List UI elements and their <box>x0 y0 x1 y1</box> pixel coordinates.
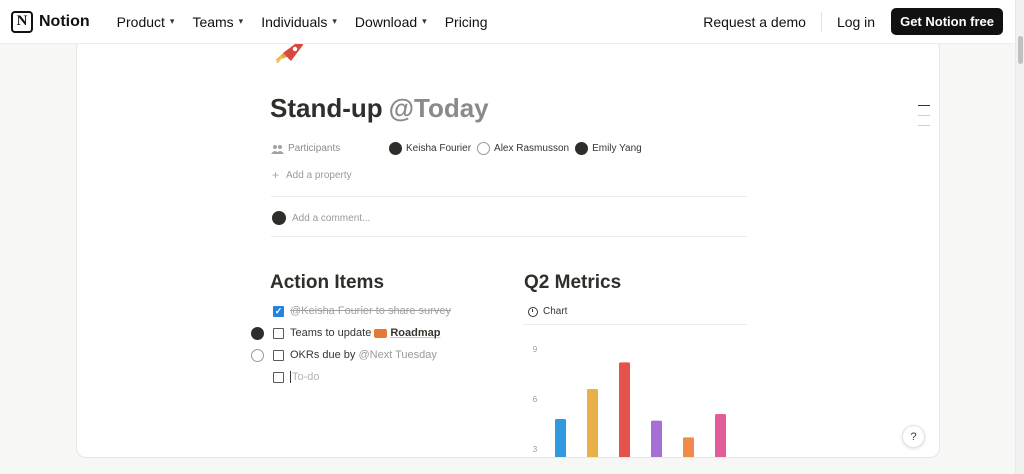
chart-bar[interactable] <box>587 389 598 458</box>
avatar <box>575 142 589 155</box>
chart-view-tab[interactable]: Chart <box>528 306 567 317</box>
checkbox[interactable] <box>273 327 284 339</box>
toc-line[interactable] <box>918 125 930 126</box>
toc-line[interactable] <box>918 115 930 116</box>
participant-chip[interactable]: Alex Rasmusson <box>477 142 569 155</box>
nav-item-label: Teams <box>192 13 234 30</box>
help-icon: ? <box>910 430 917 443</box>
nav-item-label: Pricing <box>444 13 488 30</box>
avatar <box>389 142 402 155</box>
participants-label: Participants <box>271 143 389 154</box>
participant-chip[interactable]: Emily Yang <box>575 142 642 155</box>
people-icon <box>271 144 284 154</box>
todo-item[interactable]: ✓ @Keisha Fourier to share survey <box>273 305 451 317</box>
participant-name: Alex Rasmusson <box>494 143 570 154</box>
checkbox[interactable] <box>273 371 284 383</box>
participant-name: Keisha Fourier <box>406 143 472 154</box>
avatar <box>477 142 491 155</box>
login-link[interactable]: Log in <box>837 14 875 30</box>
participant-chip[interactable]: Keisha Fourier <box>389 142 471 155</box>
page-scrollbar[interactable] <box>1015 0 1024 474</box>
divider <box>271 236 747 237</box>
chart-bar[interactable] <box>651 420 662 458</box>
get-notion-free-button[interactable]: Get Notion free <box>891 8 1003 35</box>
chart-view-label: Chart <box>543 306 568 317</box>
chart-bar[interactable] <box>683 437 694 458</box>
assignee-avatar <box>251 327 264 340</box>
chevron-down-icon: ▾ <box>169 16 175 26</box>
nav-item-label: Product <box>116 13 165 30</box>
chart-bar[interactable] <box>555 419 566 458</box>
chevron-down-icon: ▾ <box>332 16 337 26</box>
add-property-label: Add a property <box>286 169 352 181</box>
checkbox[interactable] <box>273 349 284 361</box>
nav-item-label: Download <box>354 13 418 30</box>
date-mention[interactable]: @Today <box>389 93 489 123</box>
participant-name: Emily Yang <box>592 143 642 154</box>
assignee-avatar <box>251 349 264 362</box>
top-nav: N Notion Product ▾ Teams ▾ Individuals ▾ Do… <box>0 0 1015 44</box>
chart-bar[interactable] <box>619 362 630 458</box>
nav-item-individuals[interactable]: Individuals ▾ <box>261 14 337 30</box>
notion-logo-icon: N <box>11 10 33 33</box>
nav-item-product[interactable]: Product ▾ <box>117 14 175 30</box>
divider <box>271 196 747 197</box>
nav-item-label: Individuals <box>261 13 328 30</box>
notion-page-card: Stand-up @Today Participants Keisha Fouri… <box>76 38 940 458</box>
todo-text[interactable]: OKRs due by <box>290 349 355 361</box>
truck-icon <box>374 328 388 338</box>
nav-actions: Request a demo Log in Get Notion free <box>703 8 1003 35</box>
participants-property[interactable]: Participants Keisha Fourier Alex Rasmuss… <box>271 142 648 155</box>
q2-bar-chart: 9 6 3 <box>533 345 726 458</box>
nav-item-teams[interactable]: Teams ▾ <box>192 14 243 30</box>
chart-bar[interactable] <box>715 414 726 458</box>
todo-text[interactable]: @Keisha Fourier to share survey <box>290 305 451 317</box>
nav-item-pricing[interactable]: Pricing <box>445 14 488 30</box>
rocket-icon <box>275 41 303 63</box>
chart-icon <box>528 306 538 317</box>
checkbox-checked[interactable]: ✓ <box>273 305 284 317</box>
help-button[interactable]: ? <box>902 425 925 448</box>
comment-placeholder: Add a comment... <box>292 212 371 224</box>
add-property-button[interactable]: + Add a property <box>272 168 352 182</box>
date-mention[interactable]: @Next Tuesday <box>358 349 436 361</box>
y-tick-label: 9 <box>533 345 538 354</box>
participants-label-text: Participants <box>288 143 341 154</box>
table-of-contents-mini[interactable] <box>918 105 930 135</box>
chevron-down-icon: ▾ <box>422 16 427 26</box>
action-items-heading[interactable]: Action Items <box>270 272 384 294</box>
toc-line[interactable] <box>918 105 930 106</box>
chart-divider <box>523 324 747 325</box>
plus-icon: + <box>272 168 280 182</box>
page-title[interactable]: Stand-up @Today <box>270 93 489 124</box>
nav-item-download[interactable]: Download ▾ <box>355 14 427 30</box>
page-title-text: Stand-up <box>270 93 383 123</box>
todo-item[interactable]: To-do <box>273 371 320 383</box>
comment-input[interactable]: Add a comment... <box>272 211 370 225</box>
brand-name: Notion <box>39 12 90 30</box>
todo-placeholder[interactable]: To-do <box>290 371 320 383</box>
roadmap-link[interactable]: Roadmap <box>390 327 440 339</box>
notion-logo[interactable]: N Notion <box>11 10 90 33</box>
y-tick-label: 3 <box>533 445 538 454</box>
chevron-down-icon: ▾ <box>238 16 244 26</box>
request-demo-link[interactable]: Request a demo <box>703 14 806 30</box>
avatar <box>272 211 286 225</box>
nav-divider <box>820 11 822 32</box>
todo-item[interactable]: OKRs due by @Next Tuesday <box>273 349 437 361</box>
scrollbar-thumb[interactable] <box>1018 36 1023 64</box>
q2-metrics-heading[interactable]: Q2 Metrics <box>524 272 621 294</box>
todo-item[interactable]: Teams to update Roadmap <box>273 327 440 339</box>
nav-menu: Product ▾ Teams ▾ Individuals ▾ Download ▾ P… <box>117 14 506 30</box>
todo-text[interactable]: Teams to update <box>290 327 371 339</box>
y-tick-label: 6 <box>533 395 538 404</box>
